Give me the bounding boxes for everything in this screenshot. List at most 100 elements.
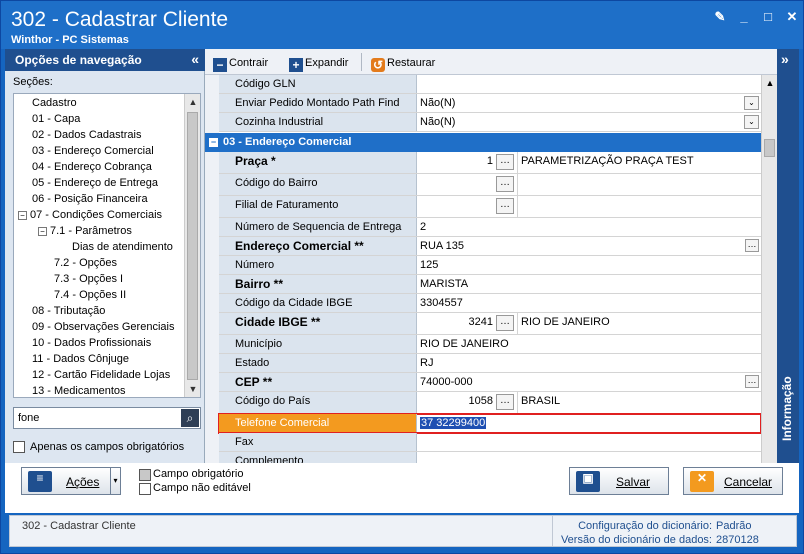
row-cep[interactable]: CEP ** 74000-000… [219,373,761,392]
row-endereco-comercial[interactable]: Endereço Comercial ** RUA 135… [219,237,761,256]
restaurar-button[interactable]: ↺ Restaurar [371,55,435,72]
tree-item-opcoes-ii[interactable]: 7.4 - Opções II [54,288,126,303]
scroll-up-icon[interactable]: ▲ [762,75,778,91]
tree-item-tributacao[interactable]: 08 - Tributação [32,304,105,319]
acoes-dropdown-icon[interactable]: ▾ [110,468,120,494]
row-cidade-ibge[interactable]: Cidade IBGE ** 3241 … RIO DE JANEIRO [219,313,761,335]
row-value-text: 74000-000 [420,376,473,388]
tree-item-medicamentos[interactable]: 13 - Medicamentos [32,384,126,397]
only-required-checkbox[interactable] [13,441,25,453]
grid-scrollbar[interactable]: ▲ [761,75,777,463]
contrair-button[interactable]: − Contrair [213,55,268,72]
row-value[interactable]: Não(N) ⌄ [418,94,761,112]
salvar-button[interactable]: ▣ Salvar [569,467,669,495]
collapse-icon[interactable]: − [18,211,27,220]
tree-item-condicoes-comerciais[interactable]: −07 - Condições Comerciais [18,208,162,223]
row-value[interactable]: Não(N) ⌄ [418,113,761,131]
row-value[interactable]: 125 [418,256,761,274]
search-icon[interactable]: ⌕ [181,409,199,427]
config-value: Padrão [716,520,752,532]
row-telefone-comercial[interactable]: Telefone Comercial 37 32299400 [218,413,761,434]
cancelar-button[interactable]: ✕ Cancelar [683,467,783,495]
tree-item-opcoes-i[interactable]: 7.3 - Opções I [54,272,123,287]
row-numero[interactable]: Número 125 [219,256,761,275]
scroll-down-icon[interactable]: ▼ [185,381,200,397]
row-value[interactable]: 3304557 [418,294,761,312]
minimize-button[interactable]: _ [737,10,751,24]
navigation-header: Opções de navegação « [5,49,205,71]
scroll-up-icon[interactable]: ▲ [185,94,200,110]
row-value[interactable]: 74000-000 … [418,373,761,391]
tree-item-dados-conjuge[interactable]: 11 - Dados Cônjuge [32,352,129,367]
scroll-thumb[interactable] [764,139,775,157]
expand-right-icon[interactable]: » [781,51,789,67]
row-fax[interactable]: Fax [219,433,761,452]
row-codigo-bairro[interactable]: Código do Bairro … [219,174,761,196]
ellipsis-button[interactable]: … [745,375,759,388]
chevron-down-icon[interactable]: ⌄ [744,96,759,110]
lookup-button[interactable]: … [496,154,514,170]
ellipsis-button[interactable]: … [745,239,759,252]
row-label: Cozinha Industrial [219,113,417,131]
row-municipio[interactable]: Município RIO DE JANEIRO [219,335,761,354]
row-bairro[interactable]: Bairro ** MARISTA [219,275,761,294]
close-button[interactable]: ✕ [785,10,799,24]
search-input[interactable]: fone ⌕ [13,407,201,429]
row-value[interactable]: RUA 135… [418,237,761,255]
maximize-button[interactable]: □ [761,10,775,24]
tree-item-endereco-entrega[interactable]: 05 - Endereço de Entrega [32,176,158,191]
collapse-icon[interactable]: − [38,227,47,236]
expandir-button[interactable]: + Expandir [289,55,348,72]
codigo-bairro-field[interactable]: … [418,174,518,195]
row-codigo-cidade-ibge[interactable]: Código da Cidade IBGE 3304557 [219,294,761,313]
tree-scrollbar[interactable]: ▲ ▼ [184,94,200,397]
tree-item-dados-cadastrais[interactable]: 02 - Dados Cadastrais [32,128,141,143]
row-value[interactable] [418,75,761,93]
row-numero-sequencia[interactable]: Número de Sequencia de Entrega 2 [219,218,761,237]
lookup-button[interactable]: … [496,315,514,331]
pais-code-field[interactable]: 1058 … [418,392,518,413]
acoes-button[interactable]: ≡ Ações ▾ [21,467,121,495]
tree-item-endereco-cobranca[interactable]: 04 - Endereço Cobrança [32,160,152,175]
row-praca[interactable]: Praça * 1 … PARAMETRIZAÇÃO PRAÇA TEST [219,152,761,174]
row-value[interactable]: MARISTA [418,275,761,293]
tree-item-cadastro[interactable]: Cadastro [32,96,77,111]
section-title: 03 - Endereço Comercial [223,136,352,148]
row-estado[interactable]: Estado RJ [219,354,761,373]
row-value[interactable]: 2 [418,218,761,236]
row-filial-faturamento[interactable]: Filial de Faturamento … [219,196,761,218]
collapse-icon[interactable]: − [209,138,218,147]
row-cozinha-industrial[interactable]: Cozinha Industrial Não(N) ⌄ [219,113,761,132]
row-codigo-pais[interactable]: Código do País 1058 … BRASIL [219,392,761,414]
tree-item-capa[interactable]: 01 - Capa [32,112,80,127]
chevron-down-icon[interactable]: ⌄ [744,115,759,129]
information-panel[interactable]: » Informação [777,49,799,463]
tree-item-endereco-comercial[interactable]: 03 - Endereço Comercial [32,144,154,159]
scroll-thumb[interactable] [187,112,198,380]
edit-window-icon[interactable]: ✎ [713,10,727,24]
tree-item-observacoes-gerenciais[interactable]: 09 - Observações Gerenciais [32,320,174,335]
lookup-button[interactable]: … [496,198,514,214]
collapse-left-icon[interactable]: « [191,51,199,67]
row-enviar-pedido[interactable]: Enviar Pedido Montado Path Find Não(N) ⌄ [219,94,761,113]
telefone-input[interactable]: 37 32299400 [418,414,761,432]
row-complemento[interactable]: Complemento [219,452,761,463]
row-value[interactable]: RJ [418,354,761,372]
section-endereco-comercial[interactable]: −03 - Endereço Comercial [205,133,761,152]
lookup-button[interactable]: … [496,394,514,410]
praca-desc: PARAMETRIZAÇÃO PRAÇA TEST [521,155,694,167]
filial-field[interactable]: … [418,196,518,217]
row-value[interactable] [418,452,761,463]
tree-item-cartao-fidelidade[interactable]: 12 - Cartão Fidelidade Lojas [32,368,170,383]
tree-item-parametros[interactable]: −7.1 - Parâmetros [38,224,132,239]
row-value[interactable] [418,433,761,451]
tree-item-opcoes[interactable]: 7.2 - Opções [54,256,117,271]
tree-item-dias-atendimento[interactable]: Dias de atendimento [72,240,173,255]
praca-code-field[interactable]: 1 … [418,152,518,173]
row-value[interactable]: RIO DE JANEIRO [418,335,761,353]
tree-item-dados-profissionais[interactable]: 10 - Dados Profissionais [32,336,151,351]
cidade-code-field[interactable]: 3241 … [418,313,518,334]
lookup-button[interactable]: … [496,176,514,192]
row-codigo-gln[interactable]: Código GLN [219,75,761,94]
tree-item-posicao-financeira[interactable]: 06 - Posição Financeira [32,192,148,207]
